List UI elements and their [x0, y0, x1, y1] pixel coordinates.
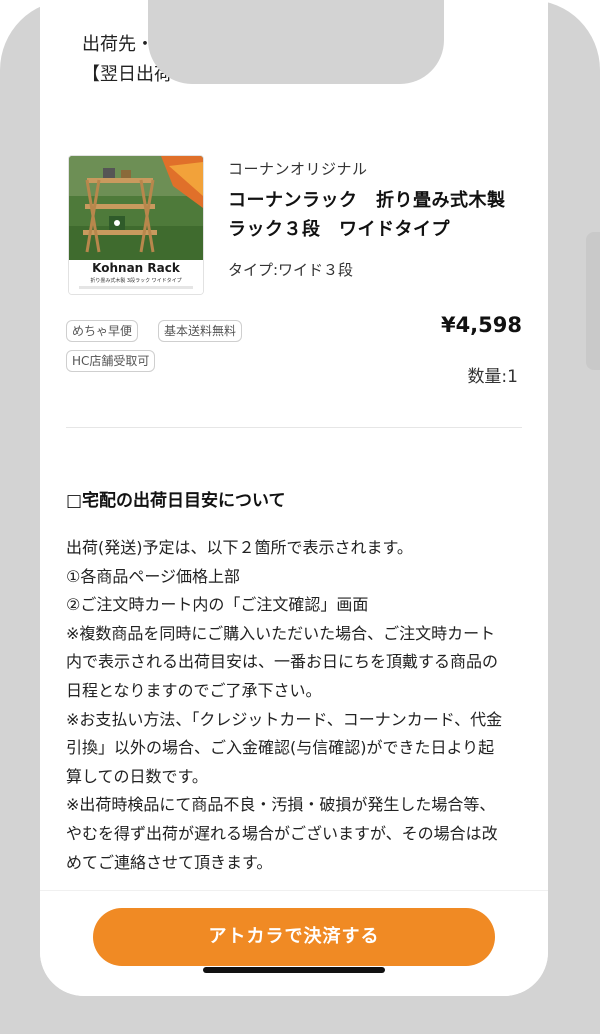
shipping-info-paragraph: ※出荷時検品にて商品不良・汚損・破損が発生した場合等、やむを得ず出荷が遅れる場合… — [66, 795, 498, 872]
shipping-info-paragraph: ②ご注文時カート内の「ご注文確認」画面 — [66, 595, 369, 615]
shipping-info-paragraph: 出荷(発送)予定は、以下２箇所で表示されます。 — [66, 538, 413, 557]
product-name-line-1: コーナンラック 折り畳み式木製 — [228, 190, 506, 211]
quantity-label: 数量: — [467, 367, 508, 387]
shipping-info-paragraph: ①各商品ページ価格上部 — [66, 566, 241, 586]
product-image-illustration: Kohnan Rack 折り畳み式木製 3段ラック ワイドタイプ — [69, 156, 203, 294]
product-image-subtitle: 折り畳み式木製 3段ラック ワイドタイプ — [90, 277, 181, 284]
screen: 出荷先・ 【翌日出荷 Kohnan Rack 折り畳み式木製 3段ラック ワイド… — [40, 0, 548, 996]
product-image[interactable]: Kohnan Rack 折り畳み式木製 3段ラック ワイドタイプ — [68, 155, 204, 295]
divider — [66, 427, 522, 428]
tag-express-delivery: めちゃ早便 — [66, 320, 139, 342]
shipping-destination-label: 出荷先・ — [82, 34, 154, 55]
product-quantity: 数量:1 — [467, 362, 518, 387]
checkout-button[interactable]: アトカラで決済する — [93, 908, 495, 966]
scroll-content[interactable]: 出荷先・ 【翌日出荷 Kohnan Rack 折り畳み式木製 3段ラック ワイド… — [40, 0, 548, 890]
product-brand: コーナンオリジナル — [228, 160, 368, 178]
product-image-title: Kohnan Rack — [92, 261, 181, 275]
shipping-info-paragraph: ※お支払い方法、「クレジットカード、コーナンカード、代金引換」以外の場合、ご入金… — [66, 709, 503, 786]
product-variant: タイプ:ワイド３段 — [228, 261, 354, 279]
product-name-line-2: ラック３段 ワイドタイプ — [228, 219, 450, 240]
shipping-info-paragraph: ※複数商品を同時にご購入いただいた場合、ご注文時カート内で表示される出荷目安は、… — [66, 623, 499, 700]
phone-side-button — [586, 232, 600, 370]
home-indicator[interactable] — [203, 967, 385, 973]
phone-notch — [148, 0, 444, 84]
quantity-value: 1 — [507, 367, 518, 387]
shipping-info-title: □宅配の出荷日目安について — [66, 491, 286, 511]
shipping-info-body: 出荷(発送)予定は、以下２箇所で表示されます。 ①各商品ページ価格上部 ②ご注文… — [66, 534, 510, 877]
tag-store-pickup: HC店舗受取可 — [66, 350, 156, 372]
tag-free-shipping: 基本送料無料 — [158, 320, 243, 342]
product-name[interactable]: コーナンラック 折り畳み式木製 ラック３段 ワイドタイプ — [228, 186, 528, 244]
product-price: ¥4,598 — [440, 313, 522, 337]
